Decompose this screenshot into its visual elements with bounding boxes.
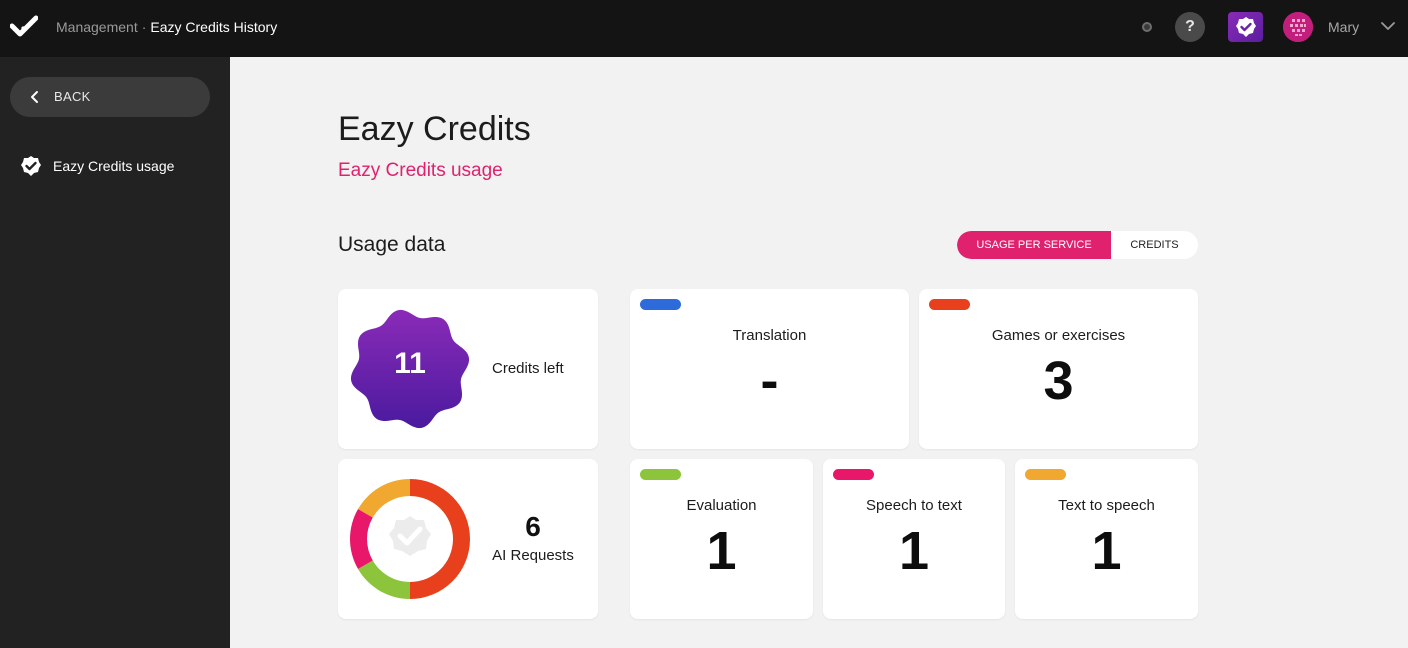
brand-check-button[interactable] — [1228, 12, 1263, 42]
ai-requests-value: 6 — [525, 511, 541, 542]
sidebar: BACK Eazy Credits usage — [0, 57, 230, 648]
service-value: - — [760, 351, 779, 411]
service-name: Speech to text — [866, 497, 962, 514]
sidebar-item-label: Eazy Credits usage — [53, 158, 175, 174]
ai-requests-card: 6 AI Requests — [338, 459, 598, 619]
chevron-down-icon[interactable] — [1380, 18, 1396, 34]
donut-center-check-icon — [389, 516, 431, 556]
service-name: Games or exercises — [991, 327, 1126, 344]
breadcrumb-management[interactable]: Management — [56, 19, 138, 35]
service-card-evaluation: Evaluation 1 — [630, 459, 813, 619]
service-value: 3 — [1043, 351, 1074, 411]
toggle-credits[interactable]: CREDITS — [1111, 231, 1198, 259]
service-value: 1 — [1091, 521, 1122, 581]
page-title: Eazy Credits — [338, 110, 531, 148]
top-bar: Management · Eazy Credits History ? Mary — [0, 0, 1408, 57]
service-name: Translation — [732, 327, 807, 344]
donut-segment-evaluation — [358, 560, 410, 599]
sidebar-item-eazy-credits-usage[interactable]: Eazy Credits usage — [20, 155, 174, 177]
credits-left-value: 11 — [394, 347, 426, 380]
service-value: 1 — [898, 521, 930, 581]
credits-left-label: Credits left — [492, 360, 564, 377]
donut-segment-text-to-speech — [358, 479, 410, 518]
service-card-games-or-exercises: Games or exercises 3 — [919, 289, 1198, 449]
translation-color-pill — [640, 299, 681, 310]
user-name[interactable]: Mary — [1328, 19, 1359, 35]
breadcrumb: Management · Eazy Credits History — [56, 19, 277, 35]
chevron-left-icon — [31, 91, 38, 103]
breadcrumb-current: Eazy Credits History — [150, 19, 278, 35]
service-card-text-to-speech: Text to speech 1 — [1015, 459, 1198, 619]
section-title: Usage data — [338, 233, 446, 256]
ai-requests-donut-chart — [350, 479, 470, 599]
status-dot-icon — [1142, 22, 1152, 32]
games-color-pill — [929, 299, 970, 310]
page-subtitle: Eazy Credits usage — [338, 160, 503, 181]
evaluation-color-pill — [640, 469, 681, 480]
service-card-translation: Translation - — [630, 289, 909, 449]
help-button[interactable]: ? — [1175, 12, 1205, 42]
back-button[interactable]: BACK — [10, 77, 210, 117]
text-to-speech-color-pill — [1025, 469, 1066, 480]
service-name: Text to speech — [1058, 497, 1155, 514]
ai-requests-label: AI Requests — [492, 547, 574, 564]
avatar[interactable] — [1283, 12, 1313, 42]
breadcrumb-separator: · — [141, 19, 147, 35]
badge-check-icon — [21, 156, 41, 176]
donut-segment-speech-to-text — [350, 509, 373, 569]
back-label: BACK — [54, 89, 91, 104]
checkmark-logo-icon[interactable] — [10, 15, 38, 37]
toggle-usage-per-service[interactable]: USAGE PER SERVICE — [957, 231, 1111, 259]
usage-view-toggle: USAGE PER SERVICE CREDITS — [957, 231, 1198, 259]
service-name: Evaluation — [686, 497, 757, 514]
service-card-speech-to-text: Speech to text 1 — [823, 459, 1005, 619]
brand-check-icon — [1235, 17, 1256, 37]
speech-to-text-color-pill — [833, 469, 874, 480]
credits-left-card: 11 Credits left — [338, 289, 598, 449]
service-value: 1 — [706, 521, 737, 581]
